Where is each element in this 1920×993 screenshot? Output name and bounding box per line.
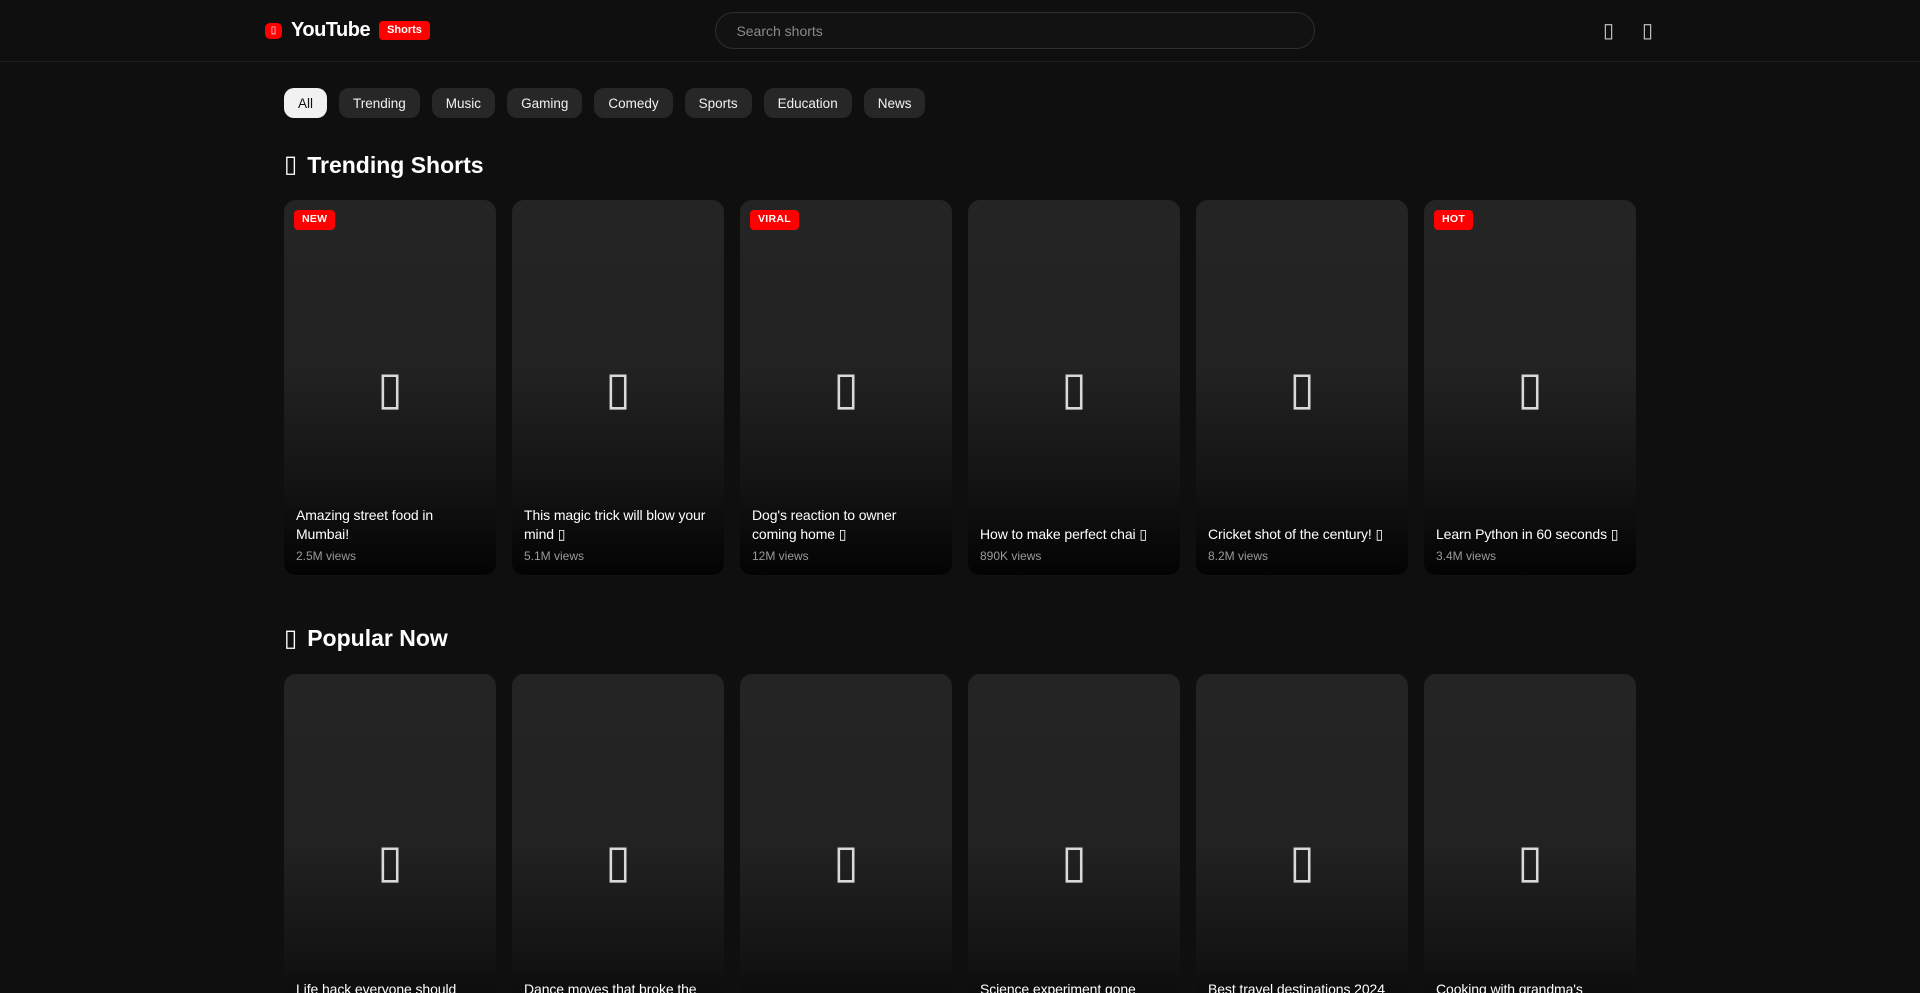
short-title: This magic trick will blow your mind ▯: [524, 506, 712, 544]
card-overlay: Dance moves that broke the: [512, 970, 724, 993]
play-placeholder-icon: ▯: [1289, 365, 1314, 411]
card-overlay: This magic trick will blow your mind ▯ 5.…: [512, 496, 724, 575]
short-card[interactable]: ▯ How to make perfect chai ▯ 890K views: [968, 200, 1180, 575]
play-placeholder-icon: ▯: [377, 838, 402, 884]
section-emoji-icon: ▯: [284, 153, 297, 177]
card-overlay: Amazing street food in Mumbai! 2.5M views: [284, 496, 496, 575]
search-input[interactable]: [715, 12, 1315, 49]
short-card[interactable]: ▯ Life hack everyone should: [284, 674, 496, 993]
profile-icon: ▯: [1642, 20, 1653, 42]
short-views: 2.5M views: [296, 549, 484, 563]
short-views: 3.4M views: [1436, 549, 1624, 563]
filter-chip-sports[interactable]: Sports: [685, 88, 752, 118]
filter-chip-gaming[interactable]: Gaming: [507, 88, 582, 118]
short-title: Dog's reaction to owner coming home ▯: [752, 506, 940, 544]
short-views: 12M views: [752, 549, 940, 563]
short-title: Dance moves that broke the: [524, 980, 712, 993]
section-title: Popular Now: [307, 625, 448, 651]
filter-chip-trending[interactable]: Trending: [339, 88, 420, 118]
play-placeholder-icon: ▯: [377, 365, 402, 411]
short-card[interactable]: ▯ Cricket shot of the century! ▯ 8.2M view…: [1196, 200, 1408, 575]
section: ▯ Popular Now ▯ Life hack everyone should ▯ D…: [284, 625, 1636, 993]
short-card[interactable]: ▯ Cooking with grandma's: [1424, 674, 1636, 993]
play-placeholder-icon: ▯: [1517, 365, 1542, 411]
status-badge: HOT: [1434, 210, 1473, 230]
shorts-badge: Shorts: [379, 21, 430, 40]
header-inner: ▯ YouTube Shorts ▯ ▯: [265, 0, 1655, 61]
card-overlay: Cooking with grandma's: [1424, 970, 1636, 993]
youtube-logo[interactable]: ▯ YouTube Shorts: [265, 19, 430, 42]
short-title: Science experiment gone: [980, 980, 1168, 993]
short-card[interactable]: ▯: [740, 674, 952, 993]
play-placeholder-icon: ▯: [1517, 838, 1542, 884]
short-card[interactable]: ▯ Best travel destinations 2024: [1196, 674, 1408, 993]
play-placeholder-icon: ▯: [605, 365, 630, 411]
play-placeholder-icon: ▯: [605, 838, 630, 884]
short-card[interactable]: ▯ Dance moves that broke the: [512, 674, 724, 993]
short-views: 890K views: [980, 549, 1168, 563]
card-overlay: Cricket shot of the century! ▯ 8.2M views: [1196, 515, 1408, 575]
status-badge: NEW: [294, 210, 335, 230]
filter-chip-music[interactable]: Music: [432, 88, 495, 118]
section-header: ▯ Trending Shorts: [284, 152, 1636, 178]
short-title: Learn Python in 60 seconds ▯: [1436, 525, 1624, 544]
play-placeholder-icon: ▯: [833, 838, 858, 884]
card-overlay: Best travel destinations 2024: [1196, 970, 1408, 993]
card-overlay: Life hack everyone should: [284, 970, 496, 993]
filter-chip-news[interactable]: News: [864, 88, 926, 118]
main-content: All Trending Music Gaming Comedy Sports Educat…: [284, 88, 1636, 993]
sections-root: ▯ Trending Shorts NEW ▯ Amazing street food …: [284, 152, 1636, 993]
short-card[interactable]: ▯ This magic trick will blow your mind ▯ 5…: [512, 200, 724, 575]
filter-chip-comedy[interactable]: Comedy: [594, 88, 672, 118]
play-placeholder-icon: ▯: [1061, 838, 1086, 884]
short-title: Life hack everyone should: [296, 980, 484, 993]
section-header: ▯ Popular Now: [284, 625, 1636, 651]
short-views: 5.1M views: [524, 549, 712, 563]
play-placeholder-icon: ▯: [1289, 838, 1314, 884]
short-title: Cooking with grandma's: [1436, 980, 1624, 993]
shorts-grid: ▯ Life hack everyone should ▯ Dance moves t…: [284, 674, 1636, 993]
shorts-grid: NEW ▯ Amazing street food in Mumbai! 2.5M v…: [284, 200, 1636, 575]
card-overlay: How to make perfect chai ▯ 890K views: [968, 515, 1180, 575]
notifications-icon: ▯: [1603, 20, 1614, 42]
status-badge: VIRAL: [750, 210, 799, 230]
card-overlay: [740, 970, 952, 993]
app-header: ▯ YouTube Shorts ▯ ▯: [0, 0, 1920, 62]
short-title: Cricket shot of the century! ▯: [1208, 525, 1396, 544]
card-overlay: Science experiment gone: [968, 970, 1180, 993]
category-filter-bar: All Trending Music Gaming Comedy Sports Educat…: [284, 88, 1636, 118]
play-placeholder-icon: ▯: [833, 365, 858, 411]
short-card[interactable]: NEW ▯ Amazing street food in Mumbai! 2.5M v…: [284, 200, 496, 575]
search-area: [430, 12, 1601, 49]
play-logo-icon: ▯: [265, 23, 282, 39]
card-overlay: Learn Python in 60 seconds ▯ 3.4M views: [1424, 515, 1636, 575]
short-card[interactable]: HOT ▯ Learn Python in 60 seconds ▯ 3.4M vie…: [1424, 200, 1636, 575]
short-title: How to make perfect chai ▯: [980, 525, 1168, 544]
play-placeholder-icon: ▯: [1061, 365, 1086, 411]
short-title: Amazing street food in Mumbai!: [296, 506, 484, 544]
profile-button[interactable]: ▯: [1640, 19, 1655, 43]
card-overlay: Dog's reaction to owner coming home ▯ 12M…: [740, 496, 952, 575]
notifications-button[interactable]: ▯: [1601, 19, 1616, 43]
short-views: 8.2M views: [1208, 549, 1396, 563]
short-card[interactable]: ▯ Science experiment gone: [968, 674, 1180, 993]
header-actions: ▯ ▯: [1601, 19, 1655, 43]
filter-chip-education[interactable]: Education: [764, 88, 852, 118]
section-emoji-icon: ▯: [284, 627, 297, 651]
filter-chip-all[interactable]: All: [284, 88, 327, 118]
section: ▯ Trending Shorts NEW ▯ Amazing street food …: [284, 152, 1636, 575]
short-title: [752, 980, 940, 993]
short-title: Best travel destinations 2024: [1208, 980, 1396, 993]
section-title: Trending Shorts: [307, 152, 483, 178]
short-card[interactable]: VIRAL ▯ Dog's reaction to owner coming hom…: [740, 200, 952, 575]
brand-title: YouTube: [291, 19, 370, 42]
missing-glyph-icon: ▯: [271, 26, 277, 36]
